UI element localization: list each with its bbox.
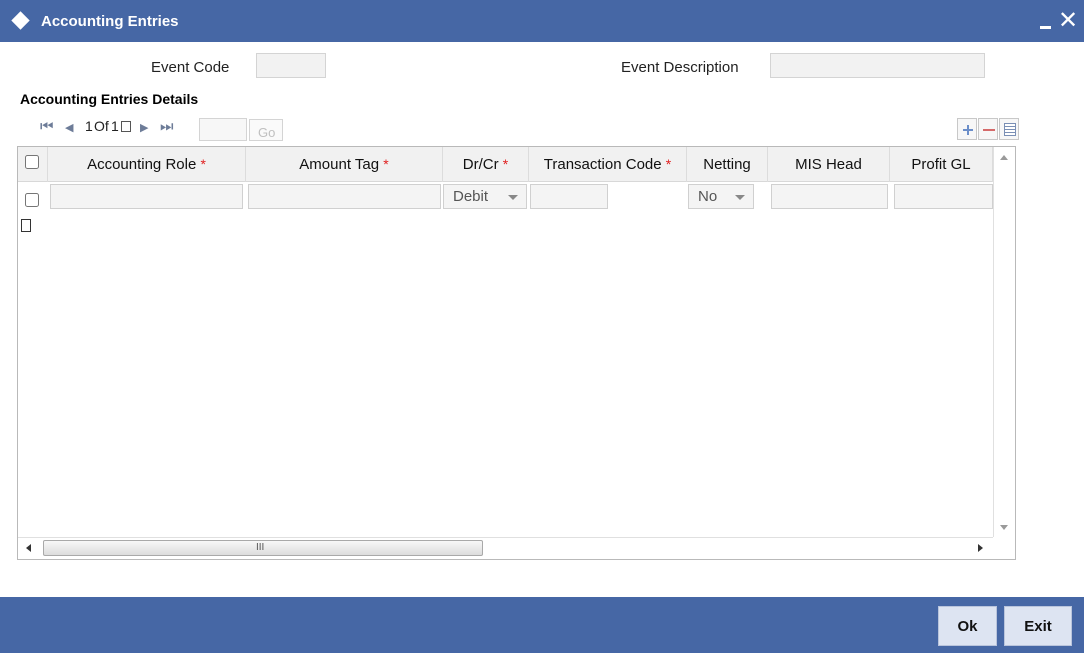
accounting-role-input[interactable]: [50, 184, 243, 209]
column-header-accounting-role[interactable]: Accounting Role *: [48, 147, 246, 182]
column-header-profit-gl[interactable]: Profit GL: [890, 147, 993, 182]
add-row-button[interactable]: [957, 118, 977, 140]
vertical-scrollbar[interactable]: [993, 147, 1015, 537]
column-header-amount-tag[interactable]: Amount Tag *: [246, 147, 443, 182]
app-diamond-icon: [11, 11, 30, 30]
required-marker: *: [200, 156, 206, 172]
scroll-grip: III: [256, 542, 265, 553]
required-marker: *: [665, 156, 672, 172]
chevron-down-icon: [508, 195, 518, 200]
dr-cr-select[interactable]: Debit: [443, 184, 527, 209]
header-select-cell: [18, 147, 48, 182]
column-label: Netting: [703, 156, 751, 173]
select-all-checkbox[interactable]: [25, 155, 39, 169]
section-title: Accounting Entries Details: [20, 91, 199, 107]
column-header-mis-head[interactable]: MIS Head: [768, 147, 890, 182]
window-title: Accounting Entries: [41, 13, 179, 30]
new-row-marker: [21, 219, 31, 232]
column-label: Dr/Cr: [462, 156, 499, 173]
event-code-label: Event Code: [151, 59, 230, 76]
required-marker: *: [383, 156, 389, 172]
close-icon[interactable]: ✕: [1058, 6, 1078, 36]
column-header-netting[interactable]: Netting: [687, 147, 768, 182]
chevron-down-icon: [735, 195, 745, 200]
column-label: MIS Head: [795, 156, 862, 173]
footer-bar: [0, 597, 1084, 653]
netting-value: No: [698, 188, 718, 205]
column-header-transaction-code[interactable]: Transaction Code *: [529, 147, 687, 182]
page-current: 1: [85, 118, 93, 134]
event-description-input[interactable]: [770, 53, 985, 78]
scroll-up-icon[interactable]: [1000, 155, 1008, 160]
ok-button[interactable]: Ok: [938, 606, 997, 646]
amount-tag-input[interactable]: [248, 184, 441, 209]
next-page-icon[interactable]: ▶: [140, 121, 148, 134]
column-label: Profit GL: [911, 156, 971, 173]
scroll-left-icon[interactable]: [26, 544, 31, 552]
horizontal-scroll-thumb[interactable]: III: [43, 540, 483, 556]
minimize-icon[interactable]: [1040, 26, 1051, 29]
page-total: 1: [111, 118, 119, 134]
row-select-checkbox[interactable]: [25, 193, 39, 207]
columns-button[interactable]: [999, 118, 1019, 140]
profit-gl-input[interactable]: [894, 184, 993, 209]
required-marker: *: [502, 156, 509, 172]
column-label: Amount Tag: [299, 156, 380, 173]
last-page-icon[interactable]: ⏭: [160, 118, 174, 135]
page-number-input[interactable]: [199, 118, 247, 141]
grid-header: Accounting Role * Amount Tag * Dr/Cr * T…: [18, 147, 993, 182]
go-button[interactable]: Go: [249, 119, 283, 141]
first-page-icon[interactable]: ⏮: [40, 118, 54, 135]
scroll-down-icon[interactable]: [1000, 525, 1008, 530]
columns-icon: [1004, 123, 1016, 136]
delete-row-button[interactable]: [978, 118, 998, 140]
exit-button[interactable]: Exit: [1004, 606, 1072, 646]
scroll-right-icon[interactable]: [978, 544, 983, 552]
event-code-input[interactable]: [256, 53, 326, 78]
title-bar: Accounting Entries ✕: [0, 0, 1084, 42]
dr-cr-value: Debit: [453, 188, 489, 205]
event-description-label: Event Description: [621, 59, 739, 76]
minus-icon: [983, 129, 995, 131]
transaction-code-input[interactable]: [530, 184, 608, 209]
column-header-dr-cr[interactable]: Dr/Cr *: [443, 147, 529, 182]
column-label: Transaction Code: [543, 156, 662, 173]
plus-icon-vertical: [967, 125, 969, 135]
horizontal-scrollbar[interactable]: III: [18, 537, 993, 559]
page-of-label: Of: [94, 118, 109, 134]
mis-head-input[interactable]: [771, 184, 888, 209]
accounting-entries-grid: Accounting Role * Amount Tag * Dr/Cr * T…: [17, 146, 1016, 560]
netting-select[interactable]: No: [688, 184, 754, 209]
column-label: Accounting Role: [87, 156, 197, 173]
prev-page-icon[interactable]: ◀: [65, 121, 73, 134]
